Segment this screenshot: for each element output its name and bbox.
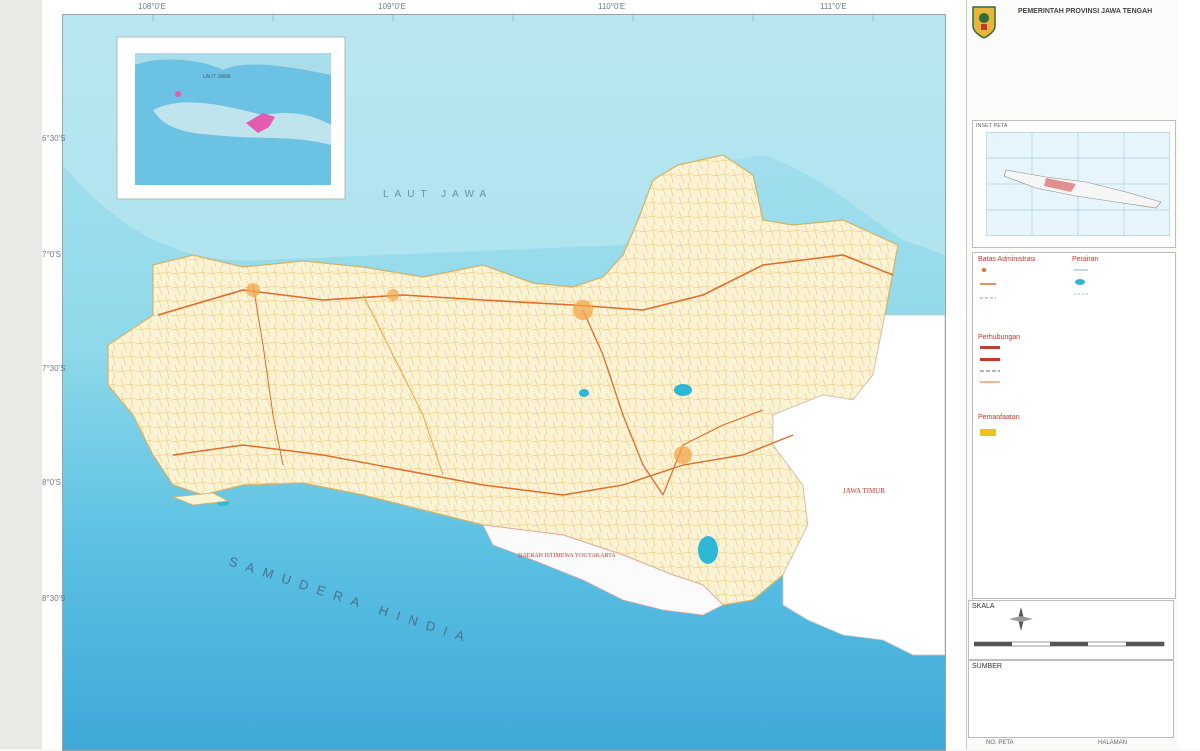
scale-box [968,600,1174,660]
diy-label: DAERAH ISTIMEWA YOGYAKARTA [518,553,616,559]
tick-left-3: 7°30'S [42,364,66,373]
tick-top-3: 110°0'E [598,2,626,11]
index-map [986,132,1170,236]
jawa-timur-label: JAWA TIMUR [843,487,885,495]
tick-left-5: 8°30'S [42,594,66,603]
index-map-label: INSET PETA [976,123,1008,129]
tick-top-1: 108°0'E [138,2,166,11]
province-emblem [972,6,996,39]
semarang-city [573,300,593,320]
gajah-mungkur-reservoir [698,536,718,564]
map-canvas: LAUT JAWA JAWA TIMUR DAERAH ISTIMEWA YOG… [63,15,945,750]
kedung-ombo-reservoir [674,384,692,396]
map-number-label: NO. PETA [986,740,1014,746]
source-head: SUMBER [972,663,1002,670]
tick-left-4: 8°0'S [42,478,61,487]
page-label: HALAMAN [1098,740,1128,746]
legend-head-admin: Batas Administrasi [978,256,1036,263]
legend-symbols [980,268,1088,436]
tick-left-1: 6°30'S [42,134,66,143]
left-margin [0,0,42,749]
pekalongan-city [246,283,260,297]
inset-label: LAUT JAWA [203,74,231,80]
org-name: PEMERINTAH PROVINSI JAWA TENGAH [1018,8,1153,15]
main-map: LAUT JAWA JAWA TIMUR DAERAH ISTIMEWA YOG… [62,14,946,751]
surakarta-city [674,446,692,464]
tick-left-2: 7°0'S [42,250,61,259]
north-arrow-icon [1009,607,1033,631]
scale-bar [974,641,1165,647]
legend-head-waters: Perairan [1072,256,1099,263]
inset-map: LAUT JAWA [116,36,346,200]
kendal-city [387,289,399,301]
tick-top-2: 109°0'E [378,2,406,11]
laut-jawa-label: LAUT JAWA [383,189,492,200]
tick-top-4: 111°0'E [820,2,847,11]
source-box [968,660,1174,738]
lake-rawa-pening [579,389,589,397]
scale-head: SKALA [972,603,995,610]
